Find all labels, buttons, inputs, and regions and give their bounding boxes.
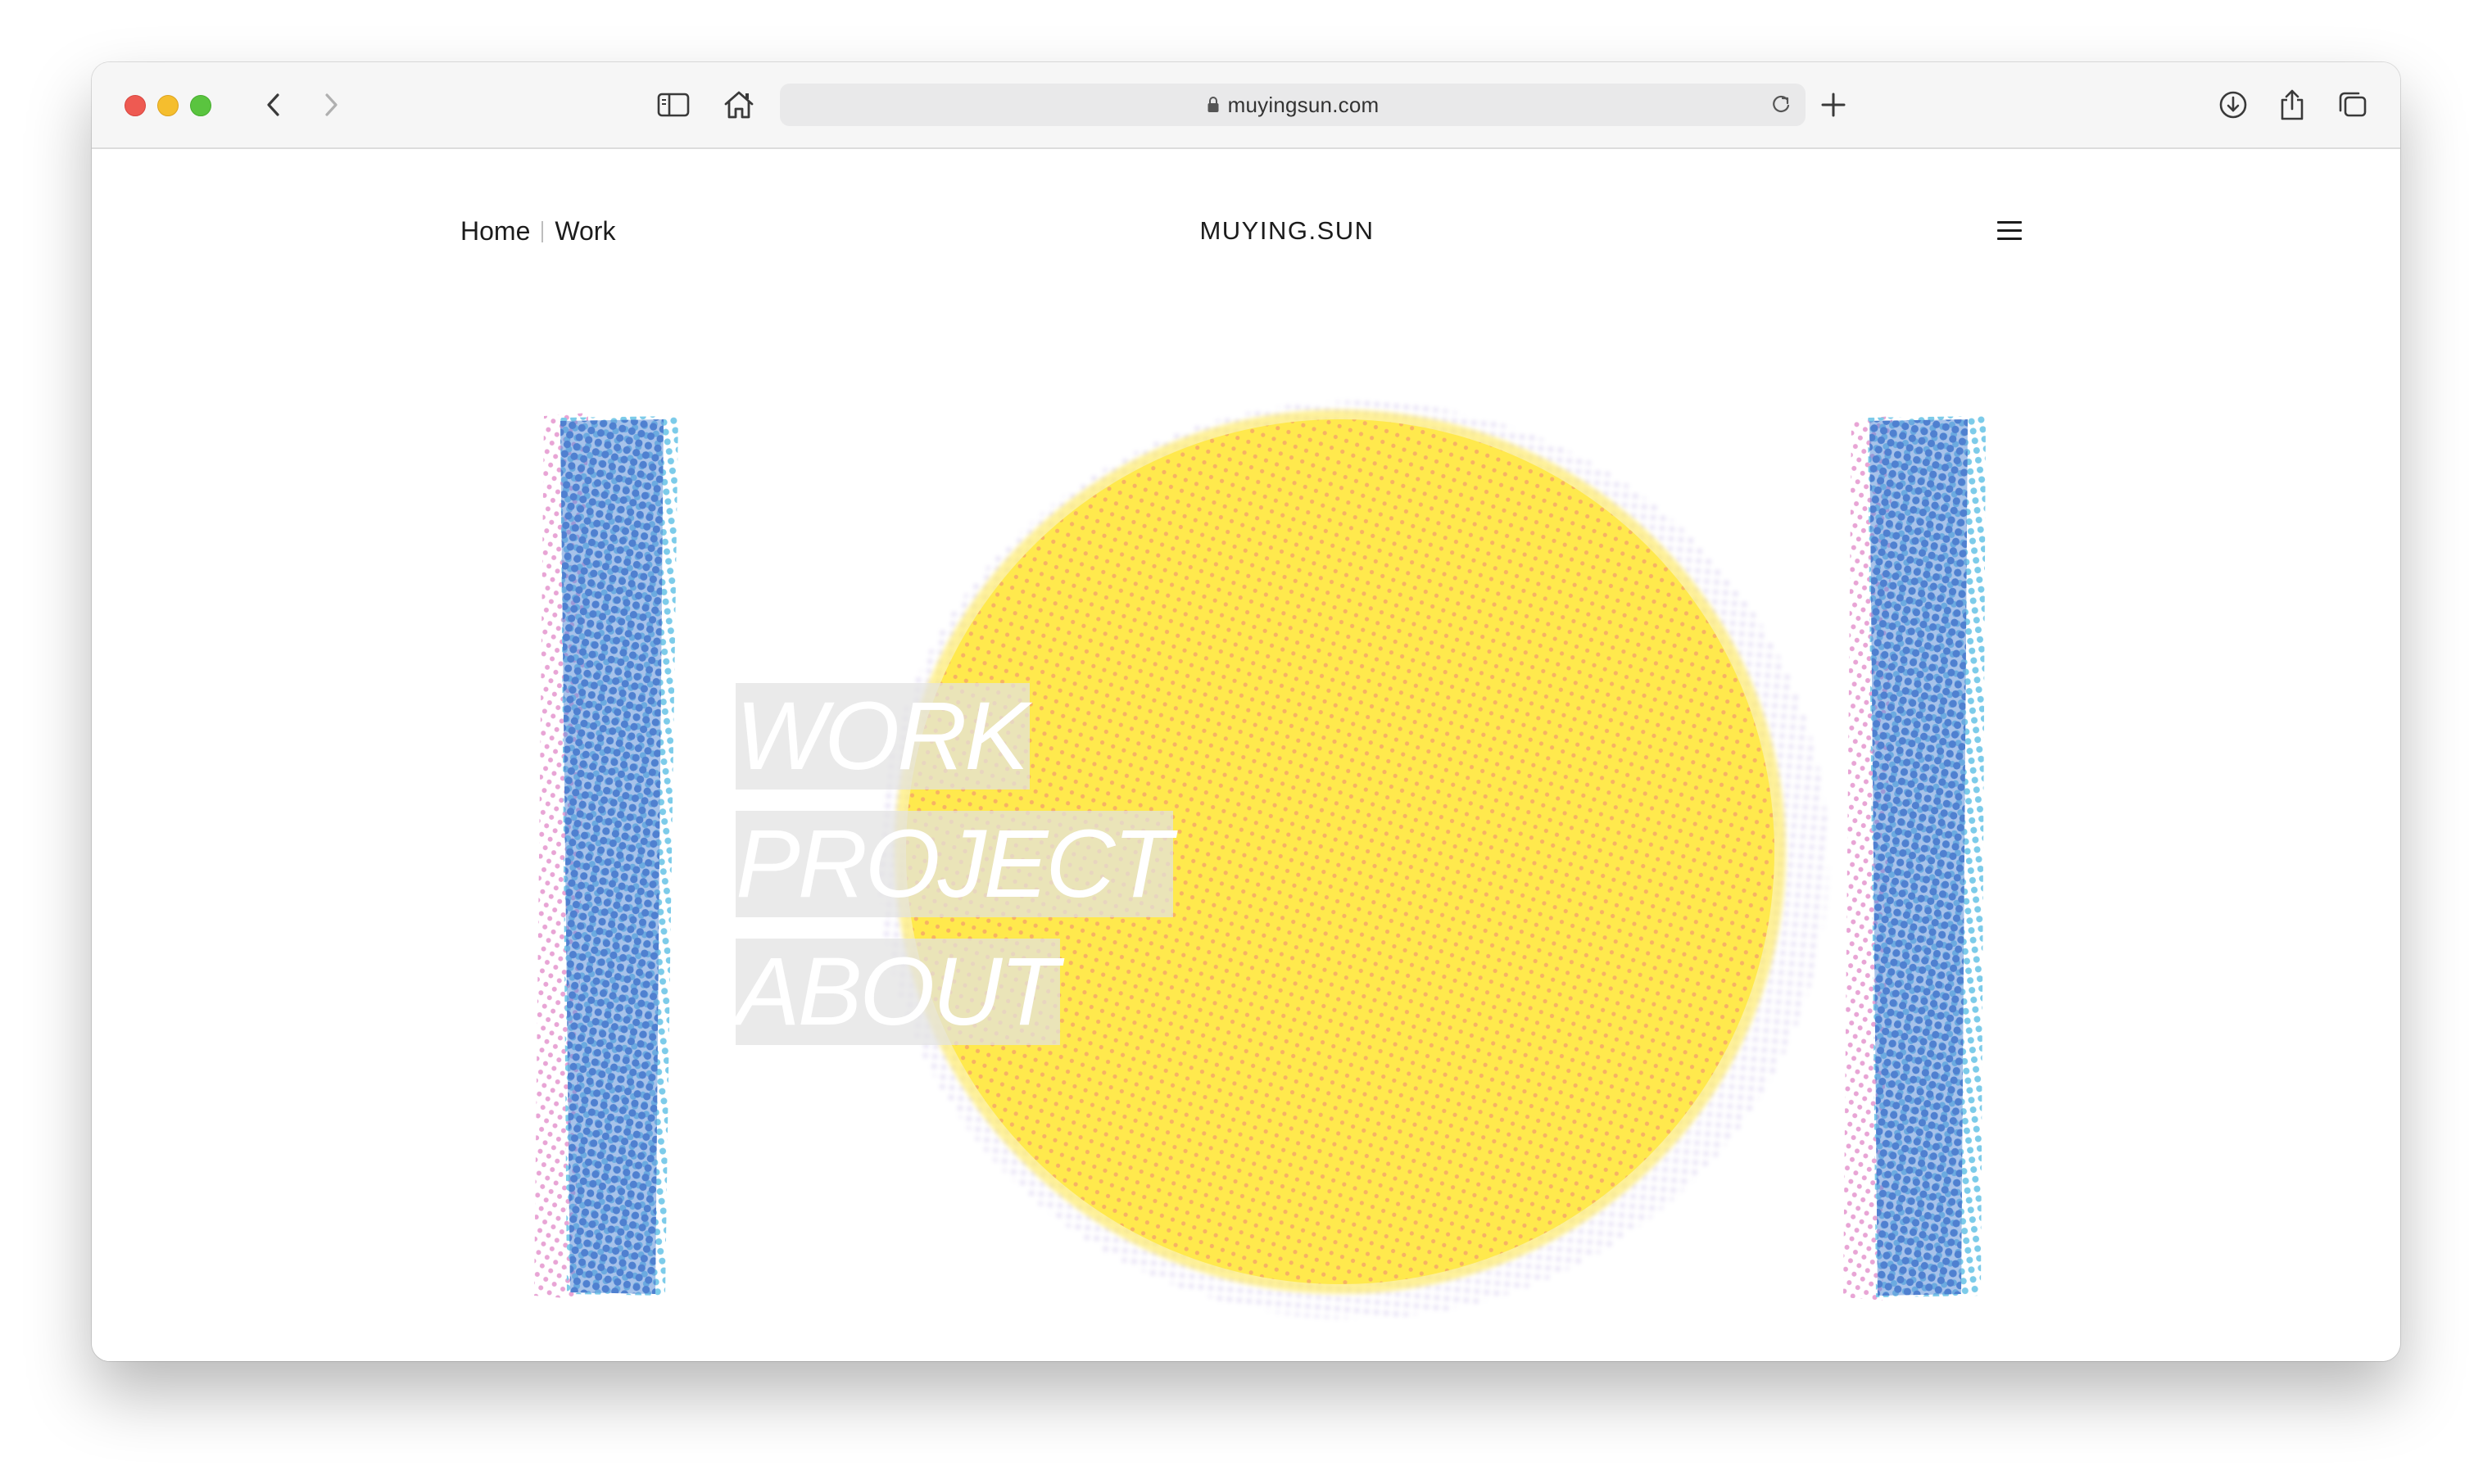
web-page: Home Work MUYING.SUN WORK PROJECT ABOUT [92,149,2400,1361]
forward-button[interactable] [311,85,351,124]
chevron-right-icon [325,93,338,116]
reload-button[interactable] [1768,92,1794,118]
zoom-window-button[interactable] [190,95,211,116]
chevron-left-icon [267,93,279,116]
hamburger-menu-icon[interactable] [1997,221,2022,241]
lock-icon [1207,96,1220,114]
left-halftone-bar [534,413,678,1299]
hero-menu-about[interactable]: ABOUT [736,939,1060,1045]
share-icon [2281,89,2304,120]
sidebar-icon [657,93,690,117]
nav-home-link[interactable]: Home [460,216,530,247]
home-icon [724,91,754,119]
hero-menu-work[interactable]: WORK [736,683,1031,790]
hero-menu-project[interactable]: PROJECT [736,811,1173,917]
nav-work-link[interactable]: Work [555,216,615,247]
browser-window: muyingsun.com Home Work MUYING.SUN WORK … [92,62,2400,1361]
site-logo-text[interactable]: MUYING.SUN [1164,216,1410,246]
site-breadcrumb-nav: Home Work [460,216,615,247]
download-icon [2219,91,2247,119]
address-bar[interactable]: muyingsun.com [780,84,1806,126]
minimize-window-button[interactable] [157,95,179,116]
plus-icon [1821,93,1846,117]
url-text: muyingsun.com [1227,92,1380,117]
reload-icon [1773,95,1790,113]
nav-separator [541,220,544,242]
tabs-overview-icon [2339,92,2367,117]
halftone-artwork [534,401,1986,1319]
browser-toolbar: muyingsun.com [92,62,2400,149]
url-display: muyingsun.com [780,84,1806,126]
close-window-button[interactable] [125,95,146,116]
home-button[interactable] [719,85,759,124]
right-halftone-bar [1843,416,1986,1301]
sidebar-toggle-button[interactable] [654,85,693,124]
back-button[interactable] [254,85,293,124]
share-button[interactable] [2272,85,2312,124]
tab-overview-button[interactable] [2333,85,2372,124]
downloads-button[interactable] [2213,85,2253,124]
new-tab-button[interactable] [1814,85,1853,124]
